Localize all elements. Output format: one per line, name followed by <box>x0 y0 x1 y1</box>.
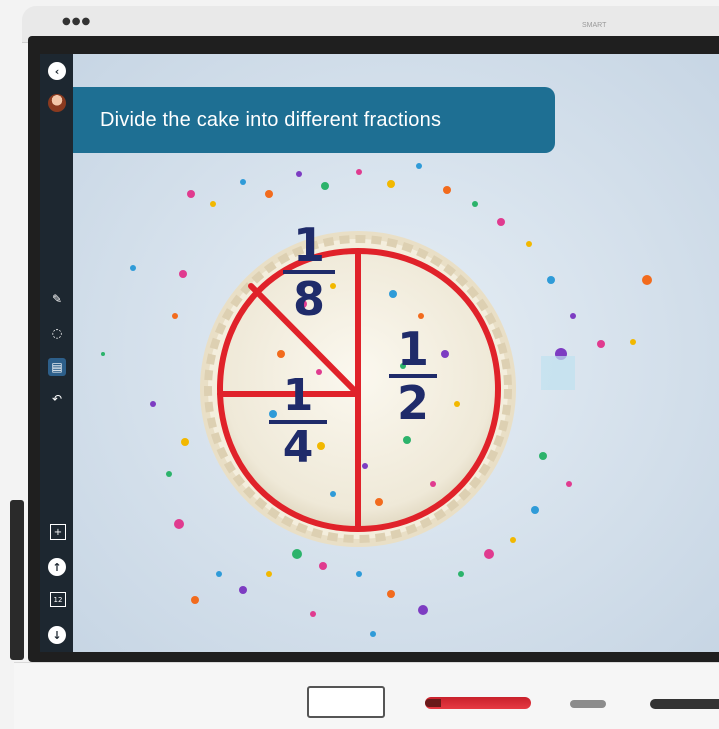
whiteboard-icon[interactable]: ▤ <box>48 358 66 376</box>
page-up-icon[interactable]: ↑ <box>48 558 66 576</box>
lasso-icon[interactable]: ◌ <box>48 324 66 342</box>
fraction-numerator: 1 <box>292 218 325 272</box>
brand-label: SMART <box>582 22 607 29</box>
fraction-one-eighth: 1 8 <box>283 222 335 322</box>
undo-icon[interactable]: ↶ <box>48 390 66 408</box>
fraction-numerator: 1 <box>282 370 314 421</box>
page-number-icon[interactable]: 12 <box>50 592 66 607</box>
pen-icon[interactable]: ✎ <box>48 290 66 308</box>
page-down-icon[interactable]: ↓ <box>48 626 66 644</box>
fraction-denominator: 2 <box>396 376 429 430</box>
grey-pen[interactable] <box>570 700 606 708</box>
back-arrow-icon[interactable]: ‹ <box>48 62 66 80</box>
eraser[interactable] <box>307 686 385 718</box>
lesson-canvas[interactable]: Divide the cake into different fractions… <box>73 54 719 652</box>
side-ports <box>10 500 24 660</box>
red-pen-tip <box>425 699 441 707</box>
lesson-title-bar: Divide the cake into different fractions <box>73 87 555 153</box>
lesson-title: Divide the cake into different fractions <box>100 108 442 131</box>
fraction-denominator: 4 <box>282 422 314 473</box>
fraction-one-half: 1 2 <box>389 326 437 426</box>
add-page-icon[interactable]: + <box>50 524 66 540</box>
fraction-denominator: 8 <box>292 272 325 326</box>
window-dots: ●●● <box>62 16 92 27</box>
avatar[interactable] <box>48 94 66 112</box>
black-pen[interactable] <box>650 699 719 709</box>
fraction-one-quarter: 1 4 <box>269 374 327 470</box>
fraction-numerator: 1 <box>396 322 429 376</box>
left-toolbar: ‹ ✎ ◌ ▤ ↶ + ↑ 12 ↓ <box>40 54 73 652</box>
